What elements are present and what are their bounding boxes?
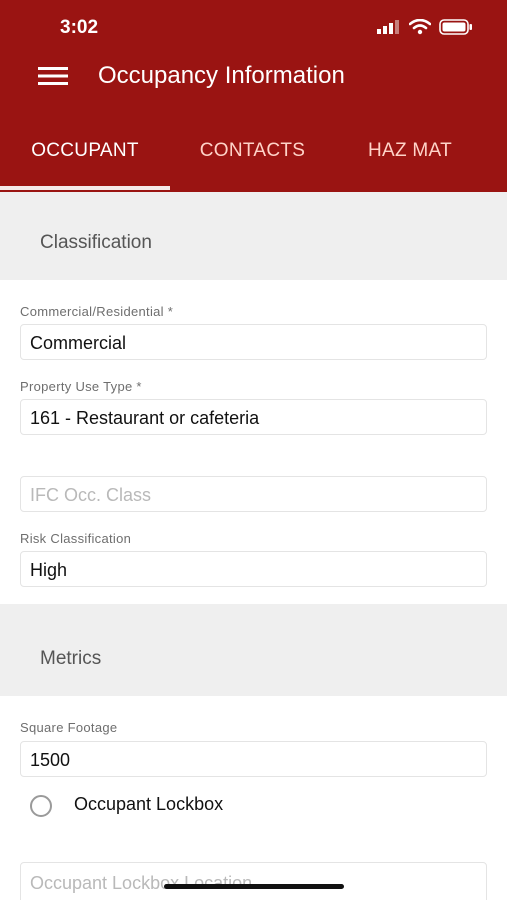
ifc-occ-class-placeholder: IFC Occ. Class <box>30 485 152 505</box>
ifc-occ-class-field[interactable]: IFC Occ. Class <box>20 476 487 512</box>
risk-classification-field[interactable]: High <box>20 551 487 587</box>
tab-occupant[interactable]: OCCUPANT <box>0 112 170 192</box>
risk-classification-value: High <box>30 560 68 580</box>
section-title-metrics: Metrics <box>40 648 102 669</box>
hamburger-menu-icon[interactable] <box>38 66 68 86</box>
page-title: Occupancy Information <box>98 62 345 89</box>
occupant-lockbox-location-field[interactable]: Occupant Lockbox Location <box>20 862 487 900</box>
occupant-lockbox-label[interactable]: Occupant Lockbox <box>74 794 223 815</box>
property-use-type-field[interactable]: 161 - Restaurant or cafeteria <box>20 399 487 435</box>
section-title-classification: Classification <box>40 232 152 253</box>
cellular-signal-icon <box>377 20 399 34</box>
battery-icon <box>439 19 472 35</box>
status-bar: 3:02 <box>0 0 507 38</box>
app-bar: Occupancy Information <box>0 38 507 112</box>
tab-haz-mat[interactable]: HAZ MAT <box>335 112 485 192</box>
home-indicator <box>164 884 344 889</box>
property-use-type-label: Property Use Type * <box>20 379 142 394</box>
classification-section-header: Classification <box>0 192 507 280</box>
commercial-residential-value: Commercial <box>30 333 127 353</box>
status-time: 3:02 <box>60 17 99 38</box>
square-footage-field[interactable]: 1500 <box>20 741 487 777</box>
risk-classification-label: Risk Classification <box>20 531 132 546</box>
property-use-type-value: 161 - Restaurant or cafeteria <box>30 408 260 428</box>
tab-contacts[interactable]: CONTACTS <box>170 112 335 192</box>
occupant-lockbox-radio[interactable] <box>30 795 52 817</box>
square-footage-value: 1500 <box>30 750 71 770</box>
commercial-residential-field[interactable]: Commercial <box>20 324 487 360</box>
status-icons <box>377 19 473 35</box>
active-tab-indicator <box>0 186 170 190</box>
metrics-section-header: Metrics <box>0 604 507 696</box>
commercial-residential-label: Commercial/Residential * <box>20 304 174 319</box>
square-footage-label: Square Footage <box>20 720 118 735</box>
tab-bar: OCCUPANT CONTACTS HAZ MAT <box>0 112 507 192</box>
wifi-icon <box>409 19 431 35</box>
